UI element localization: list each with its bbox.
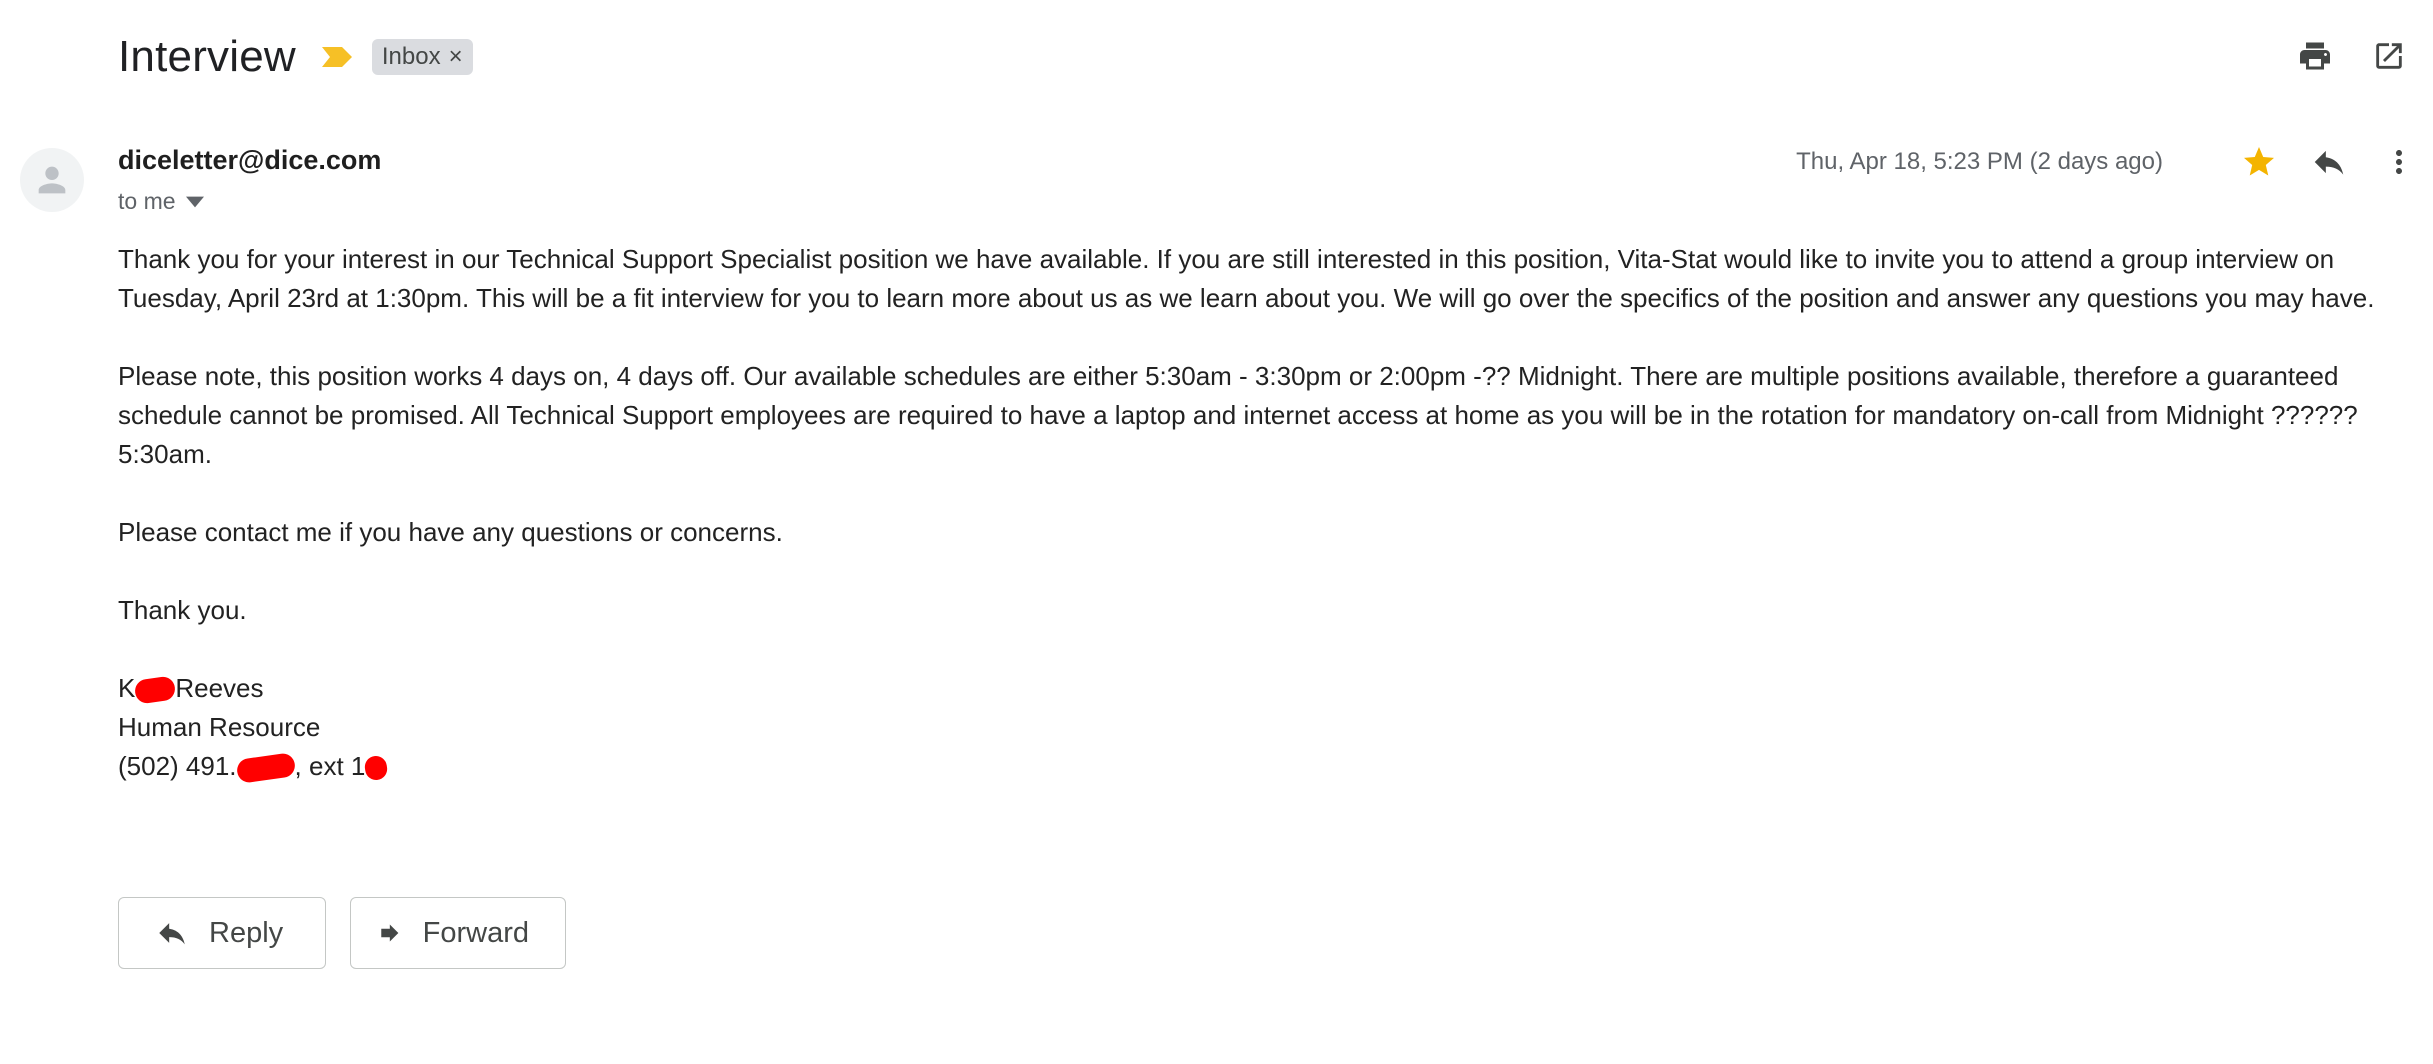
header-actions xyxy=(2295,36,2409,76)
message-actions xyxy=(2239,142,2419,182)
importance-marker-icon[interactable] xyxy=(320,45,354,69)
redaction-mark xyxy=(235,752,296,785)
email-body: Thank you for your interest in our Techn… xyxy=(118,240,2408,786)
remove-label-icon[interactable]: × xyxy=(449,43,463,71)
reply-forward-row: Reply Forward xyxy=(118,897,566,969)
signature-phone: (502) 491. , ext 1 xyxy=(118,747,2408,786)
inbox-label-chip[interactable]: Inbox × xyxy=(371,39,473,75)
star-icon[interactable] xyxy=(2239,142,2279,182)
sender-avatar[interactable] xyxy=(20,148,84,212)
recipient-label: to me xyxy=(118,188,176,214)
redaction-mark xyxy=(133,675,177,705)
reply-button[interactable]: Reply xyxy=(118,897,326,969)
inbox-label-text: Inbox xyxy=(381,43,441,70)
signature-title: Human Resource xyxy=(118,712,321,742)
sender-email[interactable]: diceletter@dice.com xyxy=(118,145,381,176)
signature: K Reeves Human Resource (502) 491. , ext 1 xyxy=(118,669,2408,786)
reply-icon[interactable] xyxy=(2309,142,2349,182)
forward-button[interactable]: Forward xyxy=(350,897,566,969)
more-vert-icon[interactable] xyxy=(2379,142,2419,182)
signature-phone-mid: , ext 1 xyxy=(294,751,366,781)
recipient-details[interactable]: to me xyxy=(118,188,204,215)
signature-name: K Reeves xyxy=(118,669,2408,708)
body-paragraph-3: Please contact me if you have any questi… xyxy=(118,517,783,547)
caret-down-icon[interactable] xyxy=(185,196,204,208)
reply-icon xyxy=(159,923,185,945)
email-subject: Interview xyxy=(118,32,296,81)
body-paragraph-4: Thank you. xyxy=(118,595,247,625)
print-icon[interactable] xyxy=(2295,36,2335,76)
body-paragraph-1: Thank you for your interest in our Techn… xyxy=(118,244,2375,313)
signature-phone-start: (502) 491. xyxy=(118,751,237,781)
forward-icon xyxy=(381,924,399,942)
email-view: Interview Inbox × diceletter@dice.com to… xyxy=(0,0,2433,1064)
signature-name-end: Reeves xyxy=(175,673,264,703)
open-in-new-window-icon[interactable] xyxy=(2369,36,2409,76)
body-paragraph-2: Please note, this position works 4 days … xyxy=(118,361,2358,469)
signature-name-start: K xyxy=(118,673,136,703)
reply-button-label: Reply xyxy=(209,916,284,949)
forward-button-label: Forward xyxy=(422,916,529,949)
subject-row: Interview Inbox × xyxy=(118,28,473,86)
person-icon xyxy=(38,166,66,194)
redaction-mark xyxy=(363,754,389,782)
email-date: Thu, Apr 18, 5:23 PM (2 days ago) xyxy=(1796,148,2163,175)
